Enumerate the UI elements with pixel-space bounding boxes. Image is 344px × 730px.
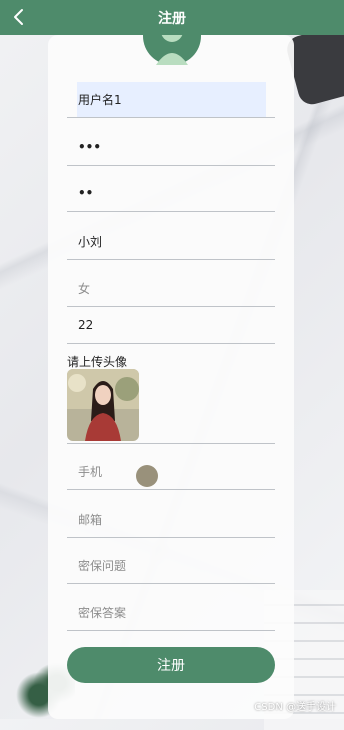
age-value: 22 [78, 318, 94, 332]
username-input[interactable]: 用户名1 [77, 82, 266, 117]
gender-field[interactable]: 女 [67, 270, 275, 307]
photo-divider [67, 407, 275, 444]
register-panel: 用户名1 ••• •• 小刘 女 22 请上传头像 手机 邮箱 密保问题 密保答… [48, 35, 294, 719]
confirm-password-value: •• [78, 186, 94, 200]
phone-field[interactable]: 手机 [67, 453, 275, 490]
username-value: 用户名1 [78, 93, 122, 107]
gender-value: 女 [78, 281, 91, 296]
security-question-placeholder: 密保问题 [78, 558, 127, 573]
confirm-password-field[interactable]: •• [67, 175, 275, 212]
email-field[interactable]: 邮箱 [67, 501, 275, 538]
page-title: 注册 [158, 11, 186, 27]
security-question-field[interactable]: 密保问题 [67, 547, 275, 584]
nickname-field[interactable]: 小刘 [67, 223, 275, 260]
security-answer-placeholder: 密保答案 [78, 605, 127, 620]
age-field[interactable]: 22 [67, 307, 275, 344]
register-button[interactable]: 注册 [67, 647, 275, 683]
security-answer-field[interactable]: 密保答案 [67, 594, 275, 631]
nickname-value: 小刘 [78, 234, 103, 249]
default-avatar-icon [143, 35, 201, 65]
phone-placeholder: 手机 [78, 464, 103, 479]
touch-cursor [136, 465, 158, 487]
email-placeholder: 邮箱 [78, 512, 103, 527]
watermark: CSDN @送手设计 [254, 702, 336, 713]
upload-avatar-label: 请上传头像 [67, 355, 128, 369]
app-header: 注册 [0, 0, 344, 35]
password-field[interactable]: ••• [67, 129, 275, 166]
password-value: ••• [78, 140, 102, 154]
